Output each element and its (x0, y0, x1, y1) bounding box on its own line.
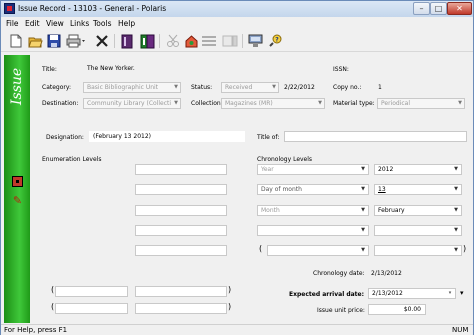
toolbar-separator (159, 34, 160, 48)
paren-open: ( (51, 302, 55, 311)
status-date: 2/22/2012 (284, 84, 315, 91)
menu-help[interactable]: Help (118, 19, 135, 28)
save-icon[interactable] (46, 33, 62, 49)
print-icon[interactable] (65, 33, 87, 49)
enumeration-level-4[interactable] (135, 225, 227, 236)
menu-links[interactable]: Links (70, 19, 89, 28)
chronology-level-select[interactable]: Month ▼ (257, 205, 369, 216)
enumeration-alt-4[interactable] (135, 303, 227, 314)
window-title: Issue Record - 13103 - General - Polaris (18, 4, 167, 13)
chronology-value-select[interactable]: 13 ▼ (374, 184, 462, 195)
close-button[interactable]: ✕ (447, 2, 472, 15)
expected-arrival-label: Expected arrival date: (289, 291, 365, 298)
minimize-button[interactable]: – (413, 2, 430, 15)
chronology-value-select[interactable]: 2012 ▼ (374, 164, 462, 175)
menu-bar: File Edit View Links Tools Help (1, 17, 473, 29)
enumeration-alt-2[interactable] (135, 286, 227, 297)
book-record-icon[interactable] (119, 33, 135, 49)
list-icon[interactable] (201, 33, 217, 49)
paren-close: ) (228, 302, 232, 311)
menu-tools[interactable]: Tools (93, 19, 111, 28)
title-bar: Issue Record - 13103 - General - Polaris… (1, 1, 473, 17)
title-value: The New Yorker. (87, 65, 135, 72)
sidebar-label: Issue (9, 67, 25, 105)
destination-select[interactable]: Community Library (Collecti ▼ (83, 98, 181, 109)
enumeration-level-1[interactable] (135, 164, 227, 175)
cut-icon[interactable] (165, 33, 181, 49)
issue-form: Title: The New Yorker. ISSN: Category: B… (31, 55, 473, 323)
destination-label: Destination: (42, 100, 79, 107)
status-select[interactable]: Received ▼ (221, 82, 279, 93)
expected-arrival-date-field[interactable]: 2/13/2012 ▾ (368, 288, 456, 299)
menu-file[interactable]: File (6, 19, 19, 28)
maximize-button[interactable]: □ (430, 2, 447, 15)
material-type-select[interactable]: Periodical ▼ (377, 98, 465, 109)
delete-icon[interactable] (94, 33, 110, 49)
chronology-value-select[interactable]: ▼ (374, 225, 462, 236)
enumeration-level-5[interactable] (135, 245, 227, 256)
issn-label: ISSN: (333, 66, 349, 73)
designation-label: Designation: (46, 134, 84, 141)
status-help-text: For Help, press F1 (4, 326, 68, 334)
issue-record-window: Issue Record - 13103 - General - Polaris… (0, 0, 474, 335)
paren-close: ) (228, 285, 232, 294)
paren-close: ) (463, 244, 467, 253)
status-label: Status: (191, 84, 213, 91)
chronology-levels-label: Chronology Levels (257, 156, 313, 163)
toolbar-separator (114, 34, 115, 48)
enumeration-alt-3[interactable] (55, 303, 128, 314)
toolbar: ? (1, 30, 473, 52)
status-bar: For Help, press F1 NUM (1, 324, 473, 335)
title-label: Title: (42, 66, 57, 73)
new-document-icon[interactable] (8, 33, 24, 49)
grid-icon[interactable] (222, 33, 238, 49)
pen-icon[interactable]: ✎ (12, 195, 23, 206)
enumeration-level-3[interactable] (135, 205, 227, 216)
paren-open: ( (259, 244, 263, 253)
chronology-level-select[interactable]: Day of month ▼ (257, 184, 369, 195)
record-view-icon[interactable] (12, 176, 23, 187)
copy-no-label: Copy no.: (333, 84, 362, 91)
enumeration-alt-1[interactable] (55, 286, 128, 297)
chronology-value-select[interactable]: February ▼ (374, 205, 462, 216)
chronology-level-select[interactable]: ▼ (257, 225, 369, 236)
help-icon[interactable]: ? (267, 33, 283, 49)
title-of-field[interactable] (284, 131, 467, 142)
title-of-label: Title of: (257, 134, 280, 141)
chronology-alt-value-select[interactable]: ▼ (374, 245, 462, 256)
chronology-date-value: 2/13/2012 (371, 270, 402, 277)
category-label: Category: (42, 84, 71, 91)
toolbar-separator (242, 34, 243, 48)
chronology-date-label: Chronology date: (313, 270, 365, 277)
menu-view[interactable]: View (46, 19, 64, 28)
calendar-dropdown-icon[interactable]: ▾ (460, 289, 464, 297)
issue-unit-price-field[interactable]: $0.00 (368, 304, 426, 315)
menu-edit[interactable]: Edit (25, 19, 40, 28)
open-folder-icon[interactable] (27, 33, 43, 49)
paren-open: ( (51, 285, 55, 294)
chronology-level-select[interactable]: Year ▼ (257, 164, 369, 175)
enumeration-levels-label: Enumeration Levels (42, 156, 102, 163)
collection-select[interactable]: Magazines (MR) ▼ (221, 98, 325, 109)
home-icon[interactable] (183, 33, 199, 49)
chronology-alt-level-select[interactable]: ▼ (267, 245, 369, 256)
workstation-icon[interactable] (247, 33, 263, 49)
enumeration-level-2[interactable] (135, 184, 227, 195)
issue-unit-price-label: Issue unit price: (317, 307, 365, 314)
num-lock-indicator: NUM (452, 326, 469, 334)
linked-record-icon[interactable] (139, 33, 155, 49)
designation-field[interactable]: (February 13 2012) (89, 131, 245, 142)
polaris-app-icon (4, 3, 15, 14)
view-sidebar: Issue ✎ (4, 55, 30, 323)
svg-text:?: ? (275, 37, 279, 44)
collection-label: Collection: (191, 100, 223, 107)
category-select[interactable]: Basic Bibliographic Unit ▼ (83, 82, 181, 93)
material-type-label: Material type: (333, 100, 375, 107)
copy-no-value: 1 (378, 84, 382, 91)
